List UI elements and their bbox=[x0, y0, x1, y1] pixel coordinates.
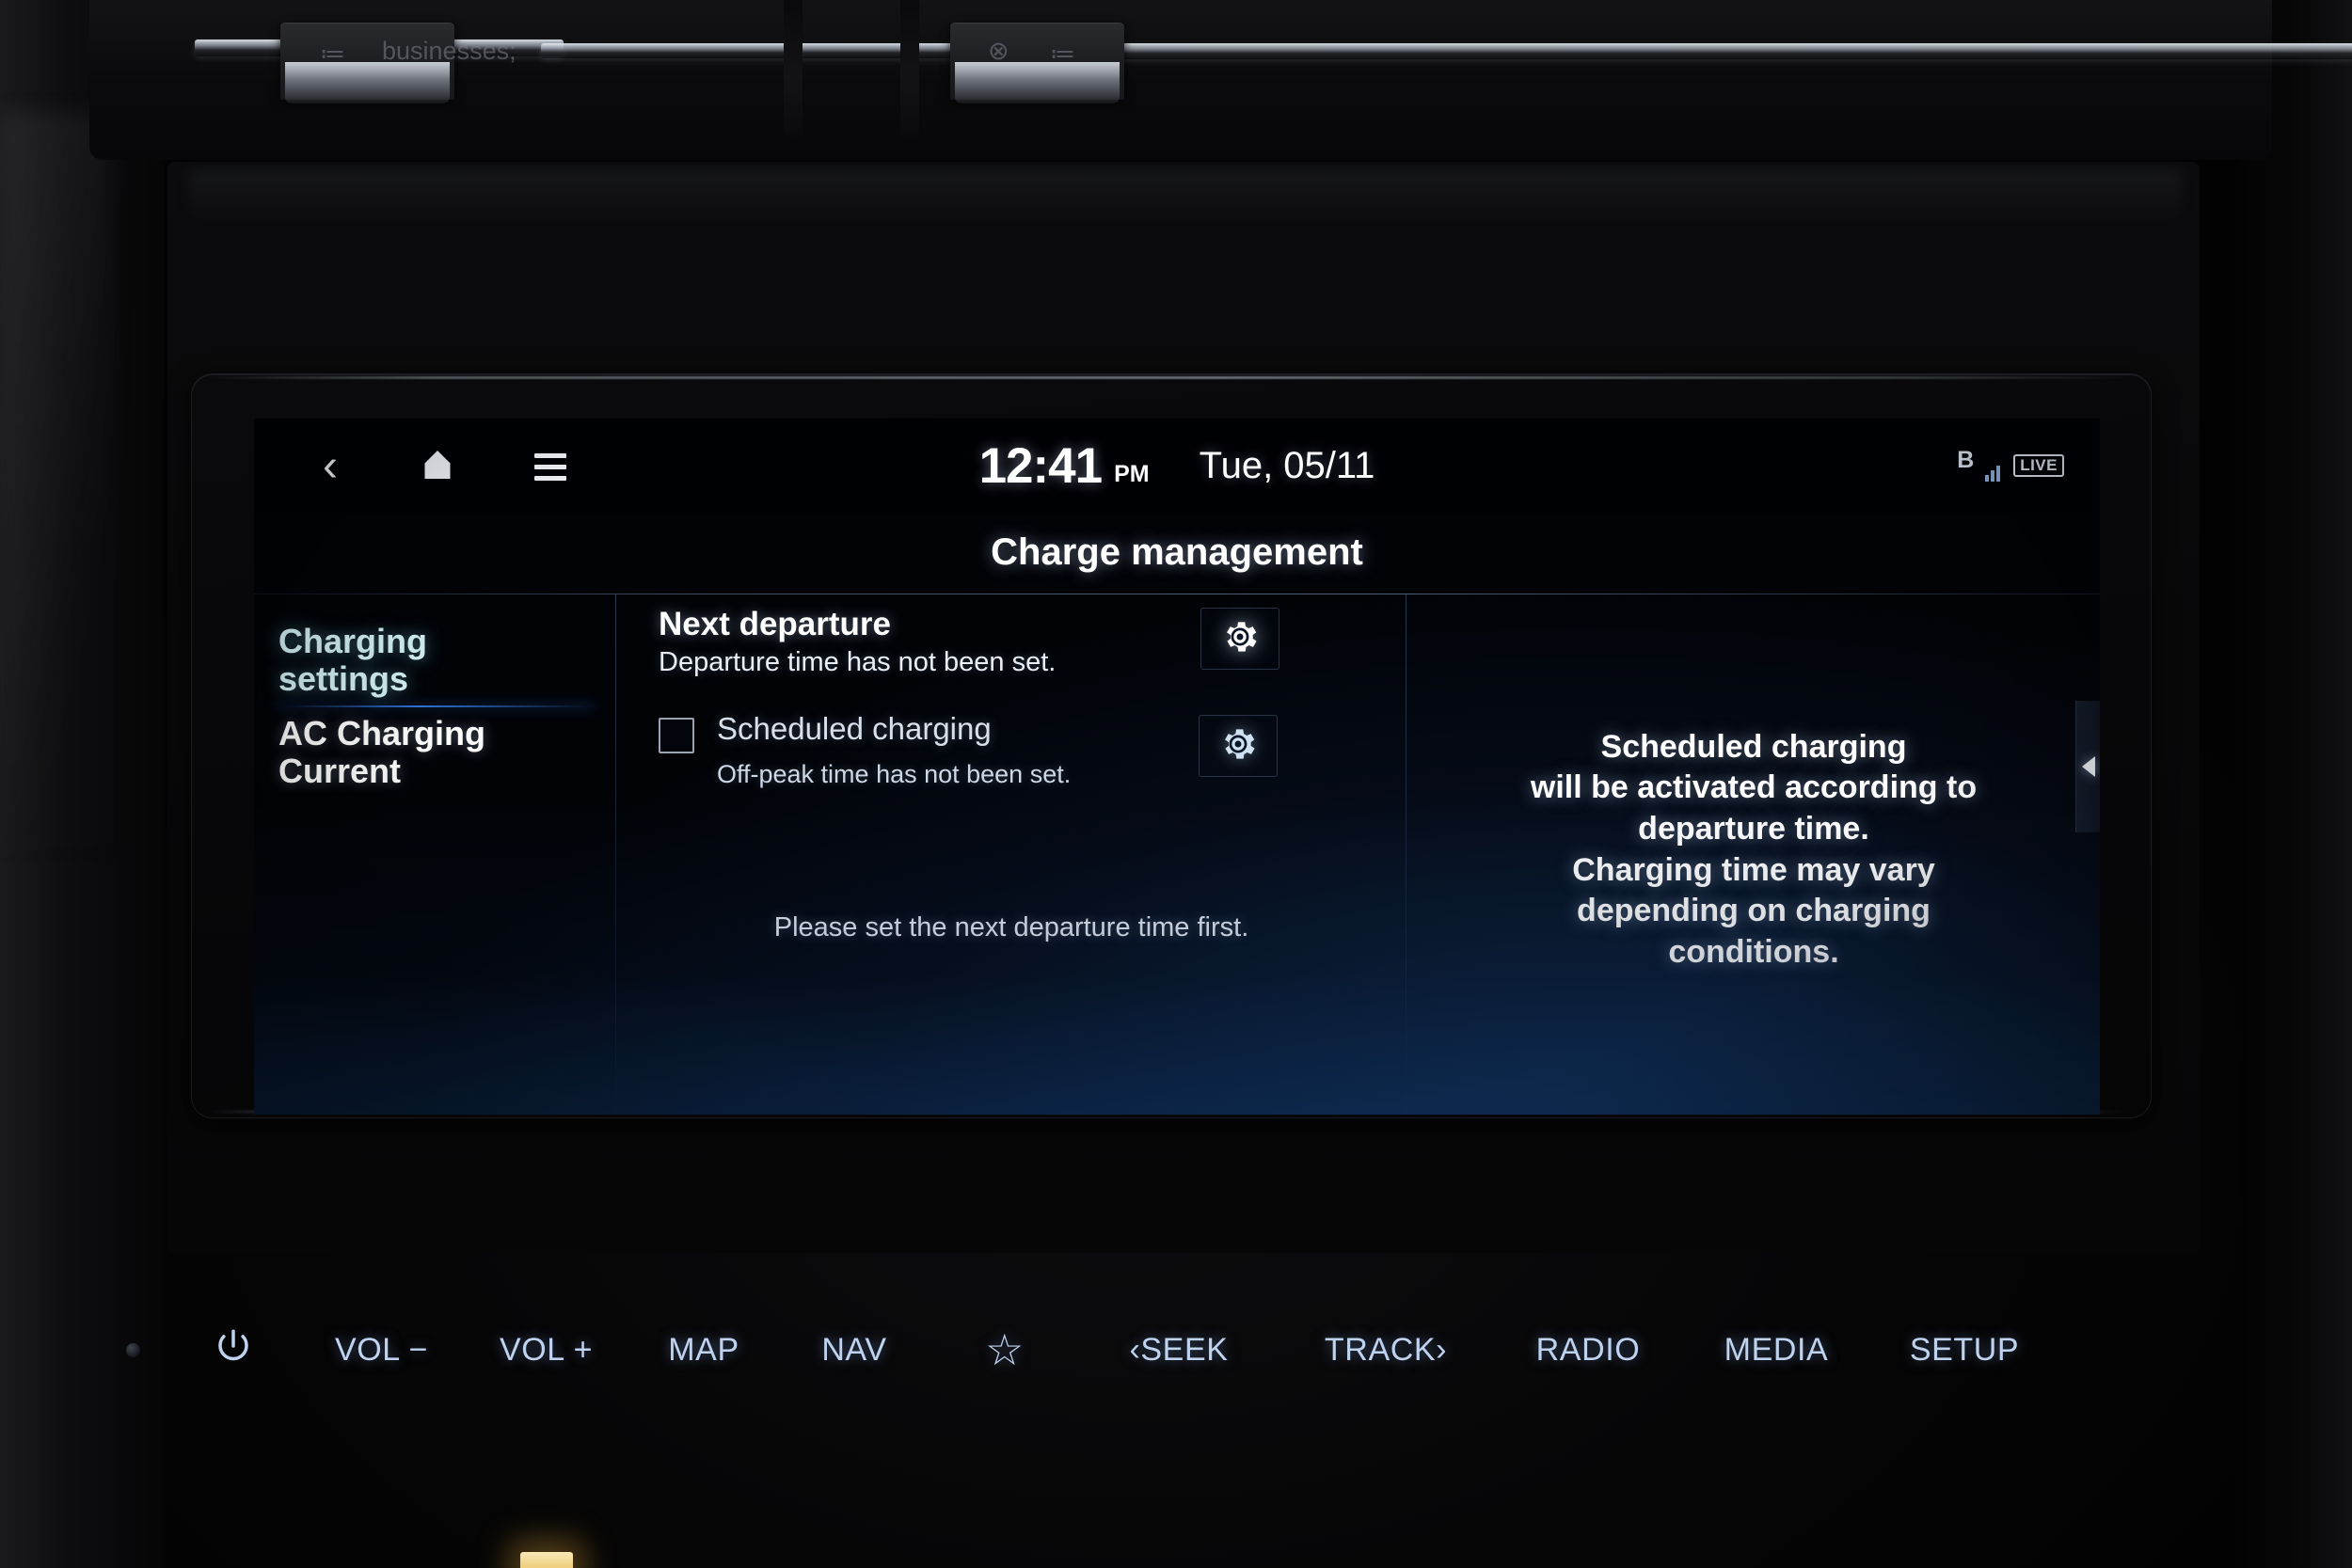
setup-button[interactable]: SETUP bbox=[1870, 1298, 2058, 1402]
power-button[interactable] bbox=[126, 1298, 299, 1402]
vent-separator bbox=[784, 0, 803, 136]
cabin-left-texture bbox=[0, 113, 113, 847]
vent-knob-base-left bbox=[285, 62, 450, 103]
vent-separator bbox=[900, 0, 919, 136]
scheduled-charging-label: Scheduled charging bbox=[717, 711, 992, 746]
scheduled-charging-subtitle: Off-peak time has not been set. bbox=[717, 760, 1072, 788]
media-button[interactable]: MEDIA bbox=[1682, 1298, 1870, 1402]
clock-time: 12:41 bbox=[978, 437, 1104, 494]
scheduled-charging-row[interactable]: Scheduled charging Off-peak time has not… bbox=[659, 711, 1148, 789]
setup-label: SETUP bbox=[1909, 1331, 2020, 1368]
airflow-off-icon: businesses; bbox=[382, 37, 516, 65]
fascia-sheen bbox=[188, 169, 2183, 226]
status-bar-indicators: B LIVE bbox=[1957, 419, 2064, 513]
next-departure-row[interactable]: Next departure Departure time has not be… bbox=[659, 606, 1129, 678]
info-panel: Scheduled charging will be activated acc… bbox=[1407, 594, 2100, 1115]
cabin-right-trim bbox=[2239, 0, 2352, 1568]
departure-hint-message: Please set the next departure time first… bbox=[773, 912, 1249, 942]
nav-button[interactable]: NAV bbox=[779, 1298, 930, 1402]
sidebar-active-underline bbox=[275, 705, 595, 707]
seek-button[interactable]: ‹SEEK bbox=[1080, 1298, 1278, 1402]
amber-indicator-light bbox=[520, 1552, 573, 1568]
sidebar-divider bbox=[615, 594, 616, 1115]
map-label: MAP bbox=[668, 1331, 739, 1368]
sidebar: Charging settings AC Charging Current bbox=[254, 594, 616, 1115]
dashboard: ≔ businesses; ⊗ ≔ ‹ 12:41 PM Tue, 05/11 … bbox=[0, 0, 2352, 1568]
media-label: MEDIA bbox=[1724, 1331, 1829, 1368]
main-content: Next departure Departure time has not be… bbox=[617, 594, 1406, 1115]
sidebar-item-label: Charging settings bbox=[278, 622, 427, 699]
scheduled-charging-settings-button[interactable] bbox=[1199, 715, 1278, 777]
next-departure-subtitle: Departure time has not been set. bbox=[659, 647, 1057, 678]
bluetooth-letter: B bbox=[1957, 447, 1975, 473]
radio-button[interactable]: RADIO bbox=[1494, 1298, 1682, 1402]
power-icon bbox=[214, 1326, 253, 1374]
volume-up-label: VOL + bbox=[499, 1331, 594, 1368]
signal-bars-icon bbox=[1985, 466, 2001, 482]
hard-key-row: VOL − VOL + MAP NAV ☆ ‹SEEK TRACK› RADIO… bbox=[126, 1298, 2200, 1402]
clock-ampm: PM bbox=[1114, 460, 1150, 487]
scheduled-charging-line: Scheduled charging bbox=[659, 711, 1148, 753]
screen-body: Charging settings AC Charging Current Ne… bbox=[254, 594, 2100, 1115]
nav-label: NAV bbox=[821, 1331, 887, 1368]
page-title: Charge management bbox=[991, 531, 1363, 573]
map-button[interactable]: MAP bbox=[628, 1298, 779, 1402]
next-departure-title: Next departure bbox=[659, 606, 892, 642]
drawer-expand-tab[interactable] bbox=[2075, 701, 2100, 832]
info-panel-text: Scheduled charging will be activated acc… bbox=[1530, 728, 1978, 970]
star-icon: ☆ bbox=[985, 1325, 1025, 1374]
triangle-left-icon bbox=[2081, 756, 2095, 777]
favorites-button[interactable]: ☆ bbox=[930, 1298, 1080, 1402]
infotainment-screen[interactable]: ‹ 12:41 PM Tue, 05/11 B LIVE Charge mana… bbox=[254, 419, 2100, 1115]
seek-label: ‹SEEK bbox=[1129, 1331, 1229, 1368]
bezel-highlight-top bbox=[203, 376, 2139, 379]
volume-down-button[interactable]: VOL − bbox=[299, 1298, 464, 1402]
clock-date: Tue, 05/11 bbox=[1199, 444, 1375, 486]
vent-slat bbox=[1049, 43, 2352, 59]
sidebar-item-ac-charging-current[interactable]: AC Charging Current bbox=[254, 714, 616, 791]
ambient-light-sensor bbox=[126, 1343, 140, 1357]
bluetooth-signal-icon: B bbox=[1957, 447, 2001, 483]
gear-icon bbox=[1219, 616, 1261, 662]
status-bar: ‹ 12:41 PM Tue, 05/11 B LIVE bbox=[254, 419, 2100, 513]
sidebar-item-charging-settings[interactable]: Charging settings bbox=[254, 622, 616, 699]
live-badge: LIVE bbox=[2013, 453, 2064, 478]
radio-label: RADIO bbox=[1535, 1331, 1641, 1368]
airflow-off-icon: ⊗ bbox=[988, 37, 1009, 65]
clock-display: 12:41 PM Tue, 05/11 bbox=[254, 419, 2100, 513]
volume-up-button[interactable]: VOL + bbox=[464, 1298, 628, 1402]
vent-knob-base-right bbox=[955, 62, 1120, 103]
next-departure-settings-button[interactable] bbox=[1200, 608, 1279, 670]
track-button[interactable]: TRACK› bbox=[1278, 1298, 1494, 1402]
gear-icon bbox=[1217, 723, 1259, 769]
volume-down-label: VOL − bbox=[334, 1331, 429, 1368]
scheduled-charging-checkbox[interactable] bbox=[659, 718, 694, 753]
cabin-left-trim bbox=[0, 0, 165, 1568]
sidebar-item-label: AC Charging Current bbox=[278, 714, 485, 791]
track-label: TRACK› bbox=[1324, 1331, 1448, 1368]
